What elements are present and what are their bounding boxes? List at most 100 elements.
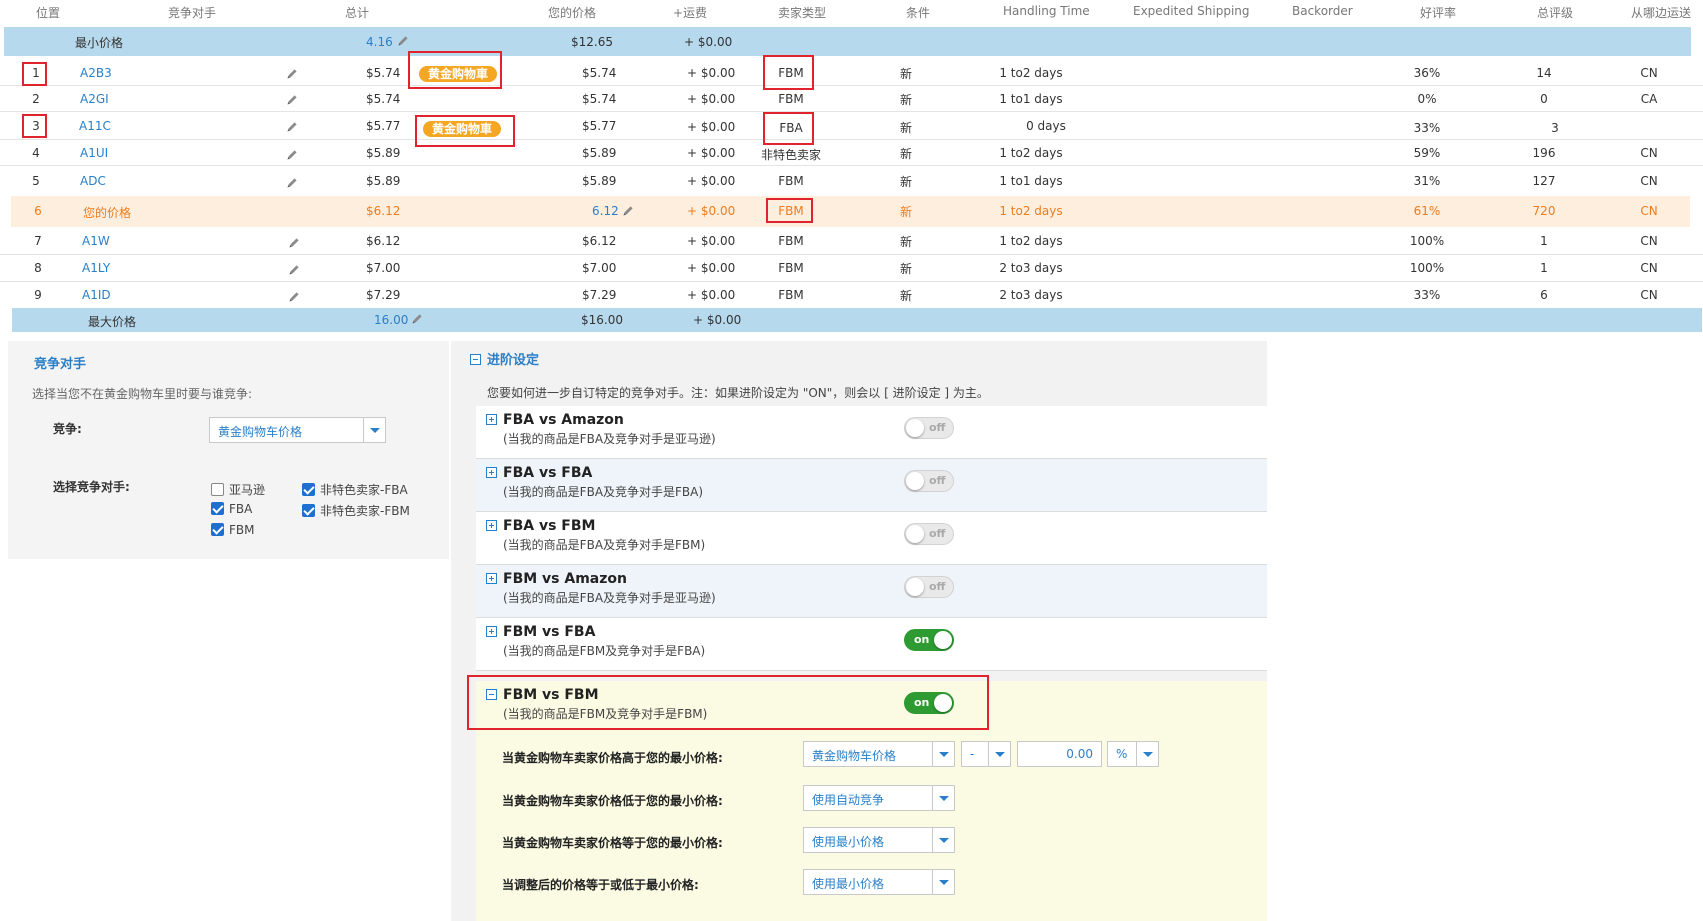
edit-icon[interactable]: [286, 68, 298, 80]
higher-price-select[interactable]: 黄金购物车价格: [803, 741, 955, 767]
toggle-label: on: [914, 633, 930, 646]
row-position: 6: [34, 204, 42, 218]
compete-select[interactable]: 黄金购物车价格: [209, 417, 386, 443]
expand-icon[interactable]: [486, 467, 497, 478]
toggle-label: off: [929, 474, 946, 487]
row-competitor[interactable]: A1LY: [82, 261, 110, 275]
my-price-row: 6 您的价格 $6.12 6.12 + $0.00 FBM 新 1 to2 da…: [11, 196, 1690, 227]
row-shipping: + $0.00: [687, 174, 736, 188]
expand-icon[interactable]: [486, 414, 497, 425]
row-total: $7.29: [366, 288, 401, 302]
chevron-down-icon[interactable]: [932, 870, 954, 894]
chevron-down-icon[interactable]: [363, 418, 385, 442]
row-competitor[interactable]: A1UI: [80, 146, 108, 160]
col-condition: 条件: [906, 6, 931, 20]
row-competitor[interactable]: ADC: [80, 174, 106, 188]
checkbox-checked-icon: [302, 483, 315, 496]
row-competitor[interactable]: A2GI: [80, 92, 109, 106]
row-shipping: + $0.00: [687, 120, 736, 134]
lower-price-select[interactable]: 使用自动竞争: [803, 785, 955, 811]
toggle-switch[interactable]: off: [904, 576, 954, 598]
toggle-switch[interactable]: off: [904, 523, 954, 545]
checkbox-fba[interactable]: FBA: [211, 502, 252, 516]
row-competitor[interactable]: A2B3: [80, 66, 112, 80]
edit-icon[interactable]: [288, 291, 300, 303]
unit-select[interactable]: %: [1107, 741, 1159, 767]
row-competitor[interactable]: A1W: [82, 234, 110, 248]
row-reviews: 14: [1536, 66, 1552, 80]
row-position: 2: [32, 92, 40, 106]
chevron-down-icon[interactable]: [1136, 742, 1158, 766]
annotation-box: [467, 675, 989, 730]
chevron-down-icon[interactable]: [988, 742, 1010, 766]
edit-my-price-icon[interactable]: [622, 205, 634, 217]
advanced-settings-header[interactable]: 进阶设定: [470, 349, 539, 368]
col-rating: 好评率: [1420, 6, 1457, 20]
row-reviews: 0: [1540, 92, 1548, 106]
row-seller-type: 非特色卖家: [760, 148, 822, 162]
max-price-value[interactable]: 16.00: [374, 313, 408, 327]
edit-icon[interactable]: [288, 264, 300, 276]
toggle-label: off: [929, 580, 946, 593]
toggle-switch[interactable]: off: [904, 417, 954, 439]
row-price: $5.89: [582, 146, 617, 160]
row-ships-from: CN: [1640, 261, 1658, 275]
my-price-value[interactable]: 6.12: [592, 204, 619, 218]
row-price: $5.77: [582, 119, 617, 133]
row-reviews: 720: [1532, 204, 1556, 218]
row-competitor[interactable]: A11C: [79, 119, 111, 133]
edit-icon[interactable]: [286, 94, 298, 106]
edit-icon[interactable]: [286, 121, 298, 133]
adjusted-price-select[interactable]: 使用最小价格: [803, 869, 955, 895]
checkbox-label: 亚马逊: [229, 483, 266, 497]
row-rating: 36%: [1413, 66, 1441, 80]
chevron-down-icon[interactable]: [932, 742, 954, 766]
row-rating: 0%: [1417, 92, 1437, 106]
edit-icon[interactable]: [286, 177, 298, 189]
edit-max-price-icon[interactable]: [411, 313, 423, 325]
checkbox-nonfeatured-fbm[interactable]: 非特色卖家-FBM: [302, 502, 410, 519]
adjust-amount-input[interactable]: 0.00: [1017, 741, 1102, 767]
chevron-down-icon[interactable]: [932, 786, 954, 810]
rule-title: FBA vs Amazon: [503, 412, 624, 428]
chevron-down-icon[interactable]: [932, 828, 954, 852]
edit-icon[interactable]: [286, 149, 298, 161]
row-ships-from: CN: [1640, 146, 1658, 160]
checkbox-checked-icon: [302, 504, 315, 517]
expand-icon[interactable]: [486, 520, 497, 531]
row-condition: 新: [899, 121, 913, 135]
collapse-icon[interactable]: [470, 354, 481, 365]
equal-price-select[interactable]: 使用最小价格: [803, 827, 955, 853]
edit-icon[interactable]: [288, 237, 300, 249]
advanced-settings-description: 您要如何进一步自订特定的竞争对手。注：如果进阶设定为 "ON"，则会以 [ 进阶…: [487, 386, 989, 400]
col-seller-type: 卖家类型: [778, 6, 827, 20]
select-competitor-label: 选择竞争对手:: [53, 480, 130, 494]
competitor-settings-title: 竞争对手: [34, 357, 87, 372]
toggle-switch[interactable]: off: [904, 470, 954, 492]
expand-icon[interactable]: [486, 626, 497, 637]
row-condition: 新: [899, 175, 913, 189]
row-rating: 100%: [1409, 234, 1445, 248]
row-rating: 31%: [1413, 174, 1441, 188]
row-price: $5.74: [582, 92, 617, 106]
select-value: 使用最小价格: [812, 835, 885, 849]
toggle-switch[interactable]: on: [904, 629, 954, 651]
checkbox-nonfeatured-fba[interactable]: 非特色卖家-FBA: [302, 481, 408, 498]
col-shipping: +运费: [673, 6, 708, 20]
edit-min-price-icon[interactable]: [397, 35, 409, 47]
advanced-settings-panel: 进阶设定 您要如何进一步自订特定的竞争对手。注：如果进阶设定为 "ON"，则会以…: [451, 341, 1267, 921]
lower-price-label: 当黄金购物车卖家价格低于您的最小价格:: [502, 794, 723, 808]
checkbox-amazon[interactable]: 亚马逊: [211, 481, 265, 498]
checkbox-fbm[interactable]: FBM: [211, 523, 255, 537]
row-position: 7: [34, 234, 42, 248]
row-competitor[interactable]: A1ID: [82, 288, 111, 302]
row-shipping: + $0.00: [687, 261, 736, 275]
expand-icon[interactable]: [486, 573, 497, 584]
min-price-value[interactable]: 4.16: [366, 35, 393, 49]
operator-select[interactable]: -: [961, 741, 1011, 767]
rule-fbm-vs-fba: FBM vs FBA (当我的商品是FBM及竞争对手是FBA) on: [476, 618, 1267, 671]
checkbox-label: 非特色卖家-FBA: [320, 483, 408, 497]
row-handling: 1 to2 days: [999, 146, 1063, 160]
row-reviews: 3: [1551, 121, 1559, 135]
rule-title: FBA vs FBM: [503, 518, 596, 534]
